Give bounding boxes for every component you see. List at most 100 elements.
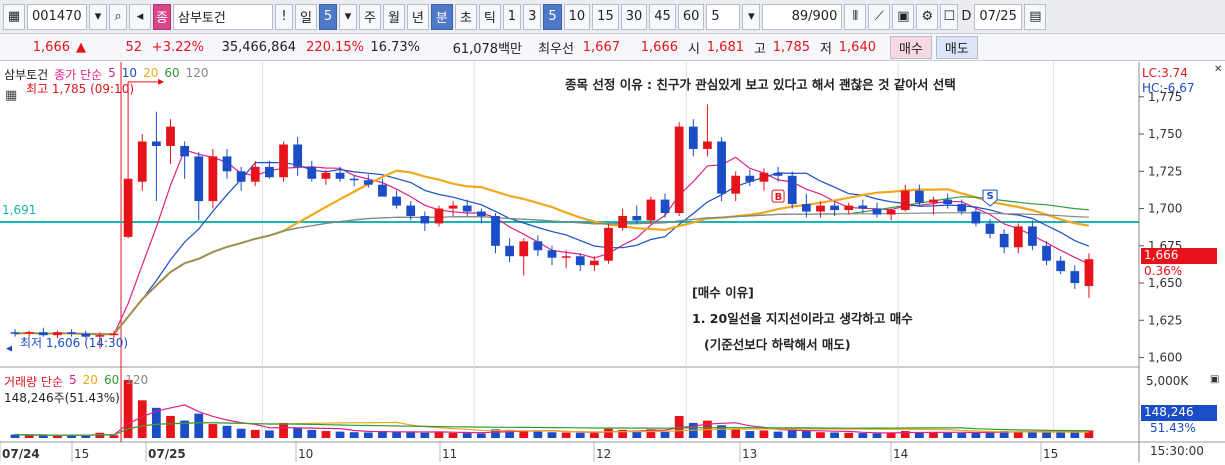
search-icon[interactable]: ⌕ [109, 3, 127, 30]
stock-name-field[interactable]: 삼부토건 [173, 3, 273, 30]
save-icon[interactable]: ▣ [892, 3, 915, 30]
time-label: 15:30:00 [1150, 444, 1204, 458]
volume-pct: 51.43% [1150, 421, 1196, 435]
gear-icon[interactable]: ⚙ [916, 3, 939, 30]
candle-body [618, 216, 628, 228]
minute-60[interactable]: 60 [677, 3, 705, 30]
alert-button[interactable]: ! [275, 3, 293, 30]
candle-body [660, 199, 670, 214]
sell-button[interactable]: 매도 [935, 35, 978, 59]
candle-body [787, 175, 797, 205]
buy-button[interactable]: 매수 [890, 35, 932, 59]
low-marker: 최저 1,606 (14:30) [20, 336, 129, 350]
chevron-down-icon[interactable]: ▾ [742, 3, 761, 30]
minute-15[interactable]: 15 [592, 3, 619, 30]
candle-body [265, 166, 274, 178]
candle-body [646, 199, 656, 221]
candle-body [1013, 226, 1023, 248]
candle-body [957, 204, 967, 212]
candle-body [985, 223, 995, 234]
tab-tick[interactable]: 틱 [478, 3, 501, 30]
minute-30[interactable]: 30 [620, 3, 648, 30]
x-axis-label: 12 [596, 447, 611, 461]
date-input[interactable]: 07/25 [974, 3, 1023, 30]
volume-bar [335, 431, 345, 438]
candle-body [363, 180, 373, 185]
candle-body [123, 178, 133, 237]
chevron-down-icon[interactable]: ▾ [89, 3, 107, 30]
tab-month[interactable]: 월 [382, 3, 405, 30]
close-icon[interactable]: ✕ [1214, 64, 1222, 75]
price-tick-label: 1,600 [1148, 351, 1182, 365]
tab-week[interactable]: 주 [358, 3, 381, 30]
candle-body [801, 204, 811, 212]
candlestick-chart[interactable]: 1,7751,7501,7251,7001,6751,6501,6251,600… [0, 62, 1225, 462]
stock-code-input[interactable]: 001470 [27, 3, 87, 30]
line-tool-icon[interactable]: ⟋ [868, 3, 891, 30]
candle-body [1028, 226, 1037, 246]
zoom-display[interactable]: 89/900 [762, 3, 843, 30]
period-num-button[interactable]: 5 [318, 3, 337, 30]
calendar-icon[interactable]: ▤ [1024, 3, 1047, 30]
grid-icon[interactable]: ▦ [3, 3, 25, 30]
best-ask-label: 최우선 [538, 41, 574, 57]
candle-body [1070, 271, 1080, 284]
candle-body [816, 205, 825, 212]
candle-body [151, 141, 161, 146]
volume-bar [731, 429, 741, 438]
chevron-down-icon[interactable]: ▾ [338, 3, 357, 30]
table-icon[interactable]: ▦ [5, 88, 17, 103]
tab-minute[interactable]: 분 [430, 3, 453, 30]
candle-body [1084, 259, 1094, 287]
count-input[interactable]: 5 [706, 3, 741, 30]
minute-5[interactable]: 5 [543, 3, 562, 30]
candle-body [434, 208, 444, 224]
tab-second[interactable]: 초 [454, 3, 477, 30]
candle-body [307, 166, 317, 179]
collapse-icon[interactable]: ▣ [1210, 374, 1219, 385]
volume-bar [109, 435, 119, 438]
candle-body [505, 245, 514, 257]
candle-body [604, 227, 613, 261]
x-axis-label: 13 [742, 447, 757, 461]
volume-bar [745, 431, 755, 438]
tab-year[interactable]: 년 [406, 3, 429, 30]
volume-bar [24, 435, 34, 438]
name-badge: 종 [153, 3, 171, 30]
moving-averages [15, 149, 1090, 336]
candle-body [448, 205, 458, 209]
volume-bar [81, 435, 91, 438]
period-day-button[interactable]: 일 [295, 3, 317, 30]
indicator-icon[interactable]: ⫴ [844, 3, 867, 30]
chart-grid [0, 62, 1225, 462]
change-value: 52 [125, 39, 142, 55]
minute-1[interactable]: 1 [502, 3, 522, 30]
minute-3[interactable]: 3 [523, 3, 542, 30]
open-label: 시 [688, 41, 700, 57]
volume-bar [392, 431, 401, 438]
minute-45[interactable]: 45 [649, 3, 676, 30]
candle-body [10, 332, 20, 334]
quote-bar: 1,666 ▲ 52 +3.22% 35,466,864 220.15% 16.… [0, 34, 1225, 61]
volume-bar [208, 424, 218, 438]
candle-body [194, 156, 204, 202]
selection-reason: 종목 선정 이유 : 친구가 관심있게 보고 있다고 해서 괜찮은 것 같아서 … [565, 77, 956, 92]
speaker-icon[interactable]: ◂ [129, 3, 151, 30]
right-axis: 1,7751,7501,7251,7001,6751,6501,6251,600 [1139, 90, 1182, 365]
x-axis-label: 14 [893, 447, 908, 461]
volume-bar [476, 433, 486, 438]
volume-bar [279, 422, 288, 438]
candle-body [533, 241, 543, 251]
turnover: 16.73% [370, 39, 420, 55]
date-checkbox[interactable]: ☐ [940, 3, 959, 30]
candle-body [872, 208, 882, 215]
volume-bar [1028, 432, 1037, 438]
volume-bar [462, 433, 472, 438]
vol-ma120-legend: 120 [125, 373, 149, 387]
minute-10[interactable]: 10 [563, 3, 591, 30]
x-axis-label: 10 [298, 447, 313, 461]
chart-area[interactable]: 1,775 1,750 1,725 1,700 1,675 1,650 1,625 1,600… [0, 62, 1225, 462]
volume-bar [816, 432, 825, 438]
volume-bar [1042, 431, 1051, 438]
change-pct: +3.22% [151, 39, 204, 55]
